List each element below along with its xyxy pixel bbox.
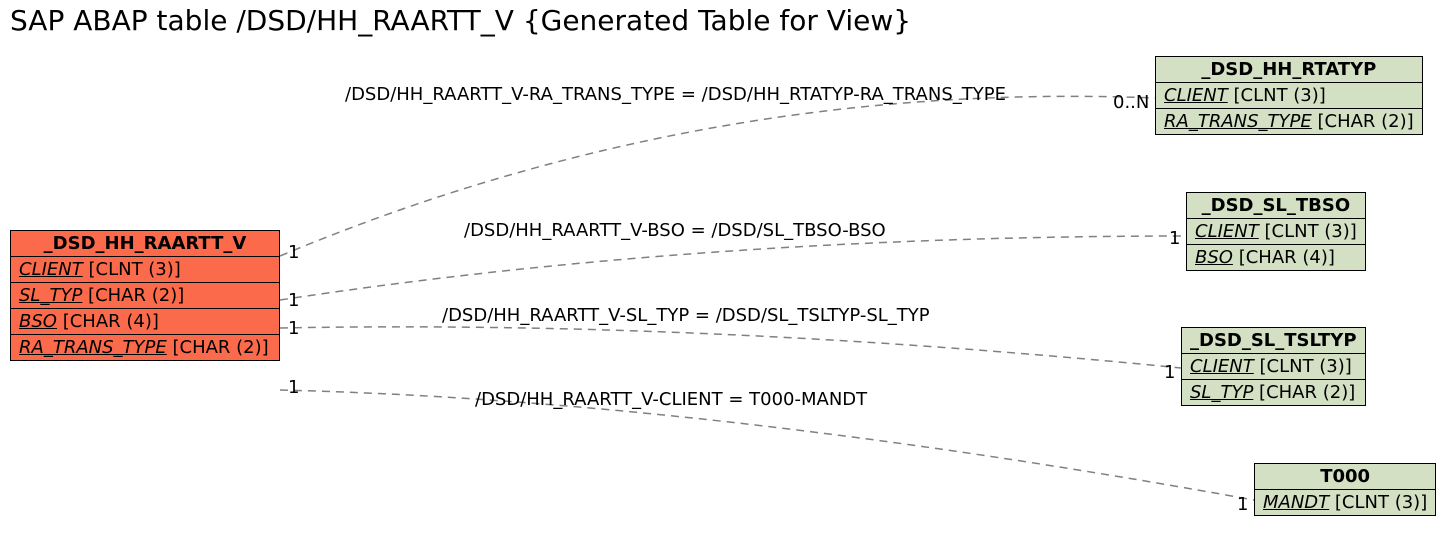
diagram-canvas: SAP ABAP table /DSD/HH_RAARTT_V {Generat… — [0, 0, 1436, 549]
field-name: CLIENT — [1190, 356, 1254, 377]
field-type: [CHAR (2)] — [1317, 111, 1413, 132]
field-name: BSO — [19, 311, 57, 332]
cardinality-right: 0..N — [1113, 92, 1149, 113]
entity-main-field: SL_TYP [CHAR (2)] — [11, 283, 279, 309]
relation-label: /DSD/HH_RAARTT_V-RA_TRANS_TYPE = /DSD/HH… — [345, 84, 1006, 105]
relation-label: /DSD/HH_RAARTT_V-CLIENT = T000-MANDT — [475, 389, 867, 410]
entity-main-field: BSO [CHAR (4)] — [11, 309, 279, 335]
entity-field: CLIENT [CLNT (3)] — [1182, 354, 1365, 380]
field-type: [CHAR (2)] — [172, 337, 268, 358]
field-type: [CLNT (3)] — [1259, 356, 1351, 377]
cardinality-left: 1 — [288, 377, 299, 398]
field-type: [CLNT (3)] — [1335, 492, 1427, 513]
entity-main: _DSD_HH_RAARTT_V CLIENT [CLNT (3)] SL_TY… — [10, 230, 280, 361]
entity-rtatyp: _DSD_HH_RTATYP CLIENT [CLNT (3)] RA_TRAN… — [1155, 56, 1423, 135]
field-name: SL_TYP — [1190, 382, 1253, 403]
entity-field: BSO [CHAR (4)] — [1187, 245, 1365, 270]
entity-tsltyp: _DSD_SL_TSLTYP CLIENT [CLNT (3)] SL_TYP … — [1181, 327, 1366, 406]
entity-field: SL_TYP [CHAR (2)] — [1182, 380, 1365, 405]
field-type: [CHAR (2)] — [88, 285, 184, 306]
field-name: CLIENT — [1164, 85, 1228, 106]
entity-tbso: _DSD_SL_TBSO CLIENT [CLNT (3)] BSO [CHAR… — [1186, 192, 1366, 271]
field-name: CLIENT — [19, 259, 83, 280]
field-name: SL_TYP — [19, 285, 82, 306]
cardinality-left: 1 — [288, 318, 299, 339]
field-type: [CLNT (3)] — [88, 259, 180, 280]
entity-main-field: RA_TRANS_TYPE [CHAR (2)] — [11, 335, 279, 360]
relation-label: /DSD/HH_RAARTT_V-BSO = /DSD/SL_TBSO-BSO — [464, 220, 886, 241]
field-type: [CHAR (2)] — [1259, 382, 1355, 403]
entity-header: _DSD_SL_TBSO — [1187, 193, 1365, 219]
field-name: CLIENT — [1195, 221, 1259, 242]
field-type: [CLNT (3)] — [1264, 221, 1356, 242]
cardinality-left: 1 — [288, 242, 299, 263]
entity-header: _DSD_SL_TSLTYP — [1182, 328, 1365, 354]
entity-field: CLIENT [CLNT (3)] — [1156, 83, 1422, 109]
field-name: MANDT — [1263, 492, 1329, 513]
entity-field: MANDT [CLNT (3)] — [1255, 490, 1435, 515]
entity-main-field: CLIENT [CLNT (3)] — [11, 257, 279, 283]
entity-header: _DSD_HH_RTATYP — [1156, 57, 1422, 83]
field-name: RA_TRANS_TYPE — [1164, 111, 1312, 132]
field-type: [CHAR (4)] — [1239, 247, 1335, 268]
page-title: SAP ABAP table /DSD/HH_RAARTT_V {Generat… — [10, 4, 911, 37]
entity-field: CLIENT [CLNT (3)] — [1187, 219, 1365, 245]
cardinality-left: 1 — [288, 290, 299, 311]
entity-main-header: _DSD_HH_RAARTT_V — [11, 231, 279, 257]
cardinality-right: 1 — [1169, 228, 1180, 249]
field-name: BSO — [1195, 247, 1233, 268]
entity-header: T000 — [1255, 464, 1435, 490]
entity-t000: T000 MANDT [CLNT (3)] — [1254, 463, 1436, 516]
cardinality-right: 1 — [1164, 362, 1175, 383]
field-type: [CHAR (4)] — [63, 311, 159, 332]
cardinality-right: 1 — [1237, 494, 1248, 515]
entity-field: RA_TRANS_TYPE [CHAR (2)] — [1156, 109, 1422, 134]
field-type: [CLNT (3)] — [1233, 85, 1325, 106]
relation-label: /DSD/HH_RAARTT_V-SL_TYP = /DSD/SL_TSLTYP… — [442, 305, 930, 326]
field-name: RA_TRANS_TYPE — [19, 337, 167, 358]
